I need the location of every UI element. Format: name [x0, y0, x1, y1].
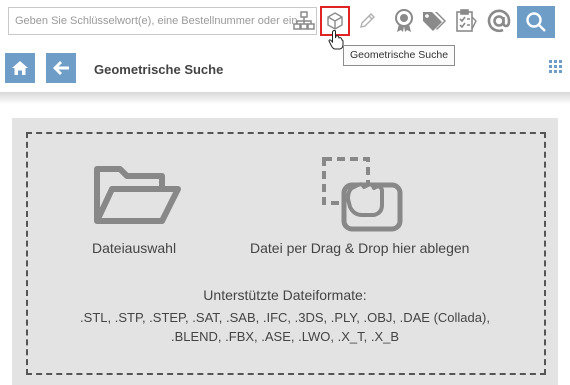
- pencil-icon[interactable]: [354, 8, 380, 34]
- formats-line: .BLEND, .FBX, .ASE, .LWO, .X_T, .X_B: [170, 329, 400, 344]
- at-icon[interactable]: [486, 8, 512, 34]
- hand-cursor-icon: [328, 30, 344, 55]
- drag-drop-label: Datei per Drag & Drop hier ablegen: [250, 240, 470, 256]
- file-select-label[interactable]: Dateiauswahl: [92, 240, 176, 256]
- header-divider: [0, 92, 570, 104]
- arrow-left-icon: [53, 61, 69, 75]
- home-icon: [12, 61, 28, 75]
- search-toolbar: [0, 0, 570, 44]
- formats-list: .STL, .STP, .STEP, .SAT, .SAB, .IFC, .3D…: [70, 308, 500, 346]
- tooltip: Geometrische Suche: [343, 45, 456, 66]
- home-button[interactable]: [5, 53, 35, 83]
- tags-icon[interactable]: [421, 8, 447, 34]
- drag-drop-icon: [320, 155, 406, 238]
- formats-title: Unterstützte Dateiformate:: [203, 287, 367, 303]
- grid-icon[interactable]: [549, 60, 563, 79]
- page-title: Geometrische Suche: [94, 62, 224, 77]
- formats-line: .STL, .STP, .STEP, .SAT, .SAB, .IFC, .3D…: [80, 310, 490, 325]
- clipboard-icon[interactable]: [453, 8, 479, 34]
- search-button[interactable]: [517, 6, 555, 38]
- back-button[interactable]: [46, 53, 76, 83]
- search-input[interactable]: [8, 7, 317, 35]
- folder-icon[interactable]: [92, 163, 182, 232]
- hierarchy-icon[interactable]: [291, 8, 317, 34]
- award-icon[interactable]: [391, 8, 417, 34]
- cube-icon: [327, 12, 343, 30]
- search-icon: [526, 12, 546, 32]
